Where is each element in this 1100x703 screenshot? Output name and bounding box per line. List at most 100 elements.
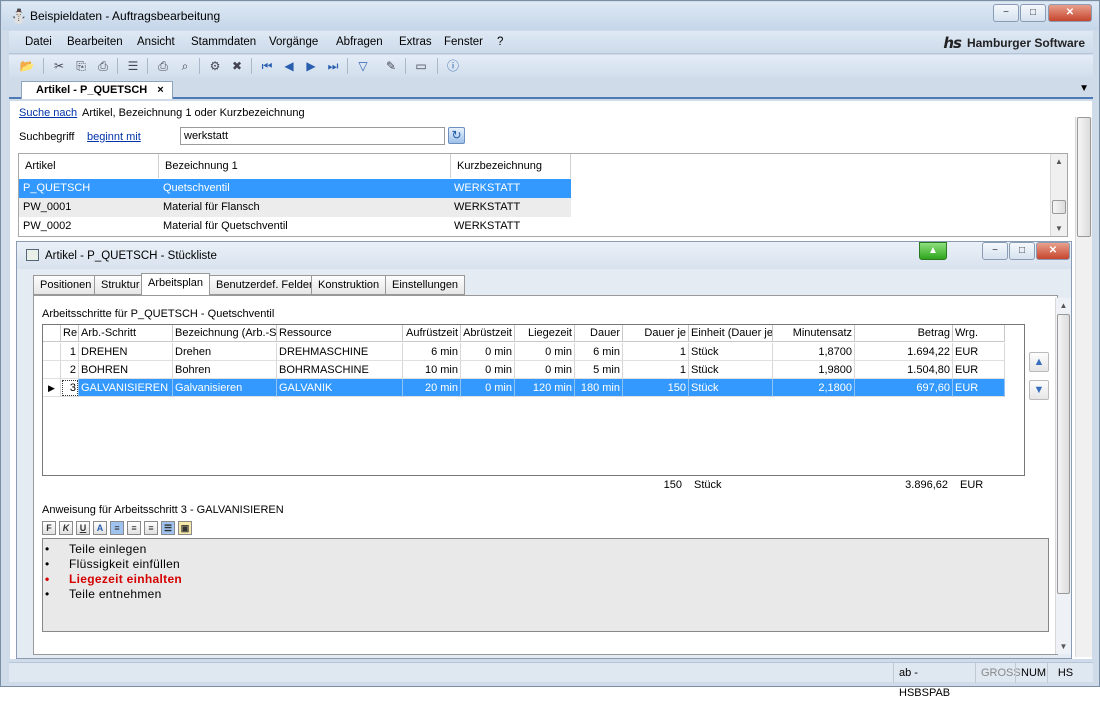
column-header-dauer-je[interactable]: Dauer je <box>623 325 689 342</box>
scroll-thumb[interactable] <box>1077 117 1091 237</box>
status-bar: ab - HSBSPAB GROSS NUM HS <box>9 662 1093 699</box>
column-header-betrag[interactable]: Betrag <box>855 325 953 342</box>
bullet-list-icon[interactable]: ☰ <box>161 521 175 535</box>
column-header-liegezeit[interactable]: Liegezeit <box>515 325 575 342</box>
column-header-bezeichnung[interactable]: Bezeichnung 1 <box>159 154 451 178</box>
italic-icon[interactable]: K <box>59 521 73 535</box>
filter-icon[interactable]: ▽ <box>355 58 371 74</box>
close-button[interactable]: ✕ <box>1048 4 1092 22</box>
instructions-editor[interactable]: Teile einlegen Flüssigkeit einfüllen Lie… <box>42 538 1049 632</box>
menu-vorgaenge[interactable]: Vorgänge <box>269 36 318 48</box>
column-header-dauer[interactable]: Dauer <box>575 325 623 342</box>
scroll-thumb[interactable] <box>1052 200 1066 214</box>
bold-icon[interactable]: F <box>42 521 56 535</box>
table-row[interactable]: PW_0001 Material für Flansch WERKSTATT <box>19 198 571 217</box>
next-record-icon[interactable]: ▶ <box>303 58 319 74</box>
toolbar-separator <box>199 58 200 74</box>
scroll-thumb[interactable] <box>1057 314 1070 594</box>
table-row-selected[interactable]: ▶ 3 GALVANISIEREN Galvanisieren GALVANIK… <box>43 379 1005 397</box>
cut-icon[interactable]: ✂ <box>51 58 67 74</box>
cell-minutensatz: 1,9800 <box>773 361 855 379</box>
document-tab-strip: Artikel - P_QUETSCH × ▼ <box>9 79 1093 99</box>
child-scrollbar[interactable]: ▲ ▼ <box>1055 298 1071 654</box>
font-color-icon[interactable]: A <box>93 521 107 535</box>
align-center-icon[interactable]: ≡ <box>127 521 141 535</box>
menu-abfragen[interactable]: Abfragen <box>336 36 383 48</box>
document-tab[interactable]: Artikel - P_QUETSCH × <box>21 81 173 99</box>
pin-icon[interactable]: ▲ <box>919 242 947 260</box>
tab-benutzerdef-felder[interactable]: Benutzerdef. Felder <box>209 275 320 295</box>
cell-dauer: 5 min <box>575 361 623 379</box>
menu-stammdaten[interactable]: Stammdaten <box>191 36 256 48</box>
print-preview-icon[interactable]: ⌕ <box>177 58 193 74</box>
column-header-ressource[interactable]: Ressource <box>277 325 403 342</box>
paste-icon[interactable]: ⎙ <box>95 58 111 74</box>
scroll-down-icon[interactable]: ▼ <box>1051 221 1067 236</box>
tab-einstellungen[interactable]: Einstellungen <box>385 275 466 295</box>
table-row[interactable]: PW_0002 Material für Quetschventil WERKS… <box>19 217 571 236</box>
child-minimize-button[interactable]: − <box>982 242 1008 260</box>
scroll-up-icon[interactable]: ▲ <box>1056 298 1071 313</box>
scroll-up-icon[interactable]: ▲ <box>1051 154 1067 169</box>
copy-icon[interactable]: ⎘ <box>73 58 89 74</box>
help-icon[interactable]: ⓘ <box>445 58 461 74</box>
scroll-down-icon[interactable]: ▼ <box>1056 639 1071 654</box>
maximize-button[interactable]: □ <box>1020 4 1046 22</box>
insert-image-icon[interactable]: ▣ <box>178 521 192 535</box>
first-record-icon[interactable]: ⏮ <box>259 58 275 74</box>
table-row[interactable]: 1 DREHEN Drehen DREHMASCHINE 6 min 0 min… <box>43 343 1005 361</box>
last-record-icon[interactable]: ⏭ <box>325 58 341 74</box>
article-grid-scrollbar[interactable]: ▲ ▼ <box>1050 154 1067 236</box>
table-row[interactable]: 2 BOHREN Bohren BOHRMASCHINE 10 min 0 mi… <box>43 361 1005 379</box>
search-mode-link[interactable]: beginnt mit <box>87 131 141 143</box>
move-up-button[interactable]: ▲ <box>1029 352 1049 372</box>
column-header-wrg[interactable]: Wrg. <box>953 325 1005 342</box>
child-window-stueckliste: Artikel - P_QUETSCH - Stückliste ▲ − □ ✕… <box>16 241 1072 659</box>
tab-konstruktion[interactable]: Konstruktion <box>311 275 387 295</box>
delete-icon[interactable]: ✖ <box>229 58 245 74</box>
window-icon[interactable]: ▭ <box>413 58 429 74</box>
open-folder-icon[interactable]: 📂 <box>19 58 35 74</box>
settings-icon[interactable]: ⚙ <box>207 58 223 74</box>
align-justify-icon[interactable]: ≡ <box>144 521 158 535</box>
refresh-search-icon[interactable]: ↻ <box>448 127 465 144</box>
cell-liegezeit: 0 min <box>515 343 575 361</box>
prev-record-icon[interactable]: ◀ <box>281 58 297 74</box>
column-header-minutensatz[interactable]: Minutensatz <box>773 325 855 342</box>
column-header-abruestzeit[interactable]: Abrüstzeit <box>461 325 515 342</box>
cell-aufruestzeit: 6 min <box>403 343 461 361</box>
child-maximize-button[interactable]: □ <box>1009 242 1035 260</box>
menu-help[interactable]: ? <box>497 36 503 48</box>
main-scrollbar[interactable] <box>1075 117 1092 657</box>
menu-ansicht[interactable]: Ansicht <box>137 36 175 48</box>
close-tab-icon[interactable]: × <box>157 82 163 99</box>
column-header-kurzbezeichnung[interactable]: Kurzbezeichnung <box>451 154 571 178</box>
tab-arbeitsplan[interactable]: Arbeitsplan <box>141 273 211 295</box>
underline-icon[interactable]: U <box>76 521 90 535</box>
tab-struktur[interactable]: Struktur <box>94 275 147 295</box>
cell-nr: 2 <box>61 361 79 379</box>
column-header-artikel[interactable]: Artikel <box>19 154 159 178</box>
move-down-button[interactable]: ▼ <box>1029 380 1049 400</box>
search-input[interactable] <box>180 127 445 145</box>
column-header-aufruestzeit[interactable]: Aufrüstzeit <box>403 325 461 342</box>
table-row[interactable]: P_QUETSCH Quetschventil WERKSTATT <box>19 179 571 198</box>
tab-list-dropdown-icon[interactable]: ▼ <box>1079 83 1089 94</box>
column-header-einheit[interactable]: Einheit (Dauer je) <box>689 325 773 342</box>
menu-datei[interactable]: Datei <box>25 36 52 48</box>
cell-nr[interactable]: 3 <box>61 379 79 397</box>
align-left-icon[interactable]: ≡ <box>110 521 124 535</box>
column-header-re[interactable]: Re <box>61 325 79 342</box>
print-icon[interactable]: ⎙ <box>155 58 171 74</box>
search-by-link[interactable]: Suche nach <box>19 107 77 119</box>
list-icon[interactable]: ☰ <box>125 58 141 74</box>
column-header-bezeichnung[interactable]: Bezeichnung (Arb.-Sc <box>173 325 277 342</box>
child-close-button[interactable]: ✕ <box>1036 242 1070 260</box>
column-header-arb-schritt[interactable]: Arb.-Schritt <box>79 325 173 342</box>
tab-positionen[interactable]: Positionen <box>33 275 99 295</box>
menu-extras[interactable]: Extras <box>399 36 432 48</box>
minimize-button[interactable]: − <box>993 4 1019 22</box>
menu-fenster[interactable]: Fenster <box>444 36 483 48</box>
edit-document-icon[interactable]: ✎ <box>383 58 399 74</box>
menu-bearbeiten[interactable]: Bearbeiten <box>67 36 123 48</box>
